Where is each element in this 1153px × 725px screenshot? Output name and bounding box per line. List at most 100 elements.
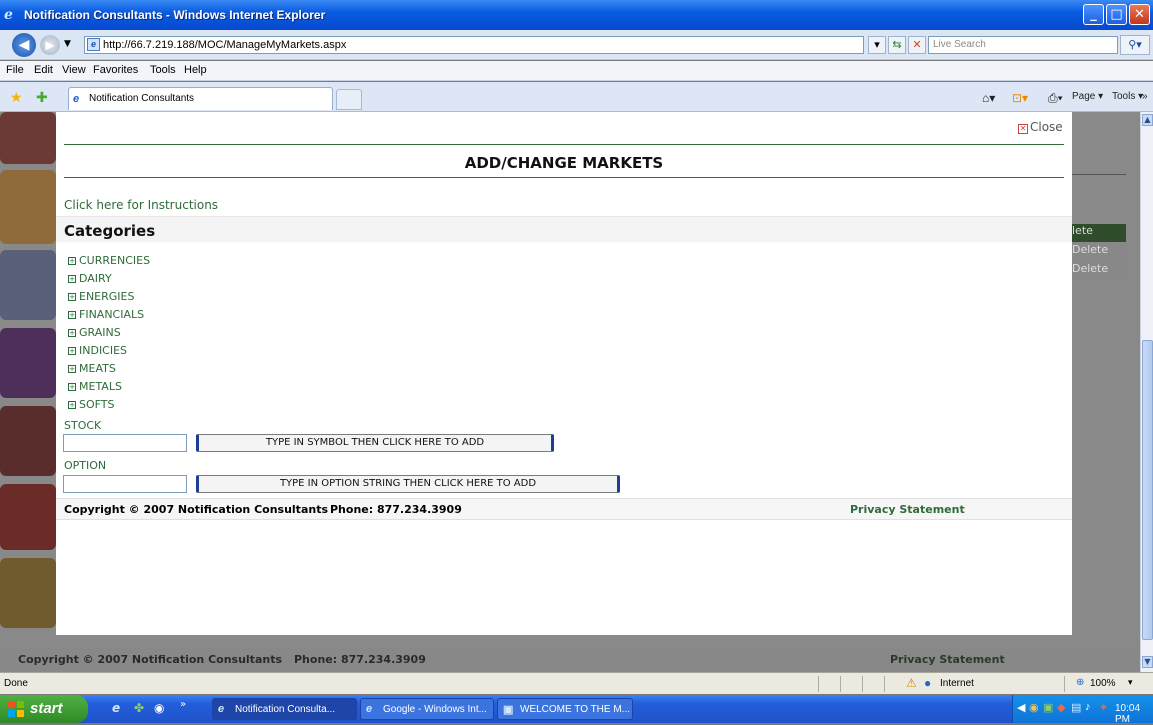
windows-logo-icon — [8, 701, 24, 717]
option-string-input[interactable] — [63, 475, 187, 493]
expand-icon: + — [68, 401, 76, 409]
bg-phone: Phone: 877.234.3909 — [294, 653, 426, 666]
taskbar: start e ✤ ◉ » e Notification Consulta... … — [0, 695, 1153, 725]
stop-button[interactable]: ✕ — [908, 36, 926, 54]
category-dairy[interactable]: + DAIRY — [68, 272, 112, 285]
tray-icon-4[interactable]: ✦ — [1099, 701, 1108, 714]
favorites-star-icon[interactable]: ★ — [10, 90, 23, 106]
tray-expand-icon[interactable]: ◀ — [1017, 701, 1025, 714]
feeds-icon[interactable]: ⊡▾ — [1012, 91, 1028, 105]
bg-delete-link: Delete — [1072, 243, 1126, 261]
title-bar: e Notification Consultants - Windows Int… — [0, 0, 1153, 30]
zoom-icon[interactable]: ⊕ — [1076, 677, 1084, 688]
menu-edit[interactable]: Edit — [34, 64, 53, 76]
maximize-button[interactable]: □ — [1106, 4, 1127, 25]
search-icon[interactable]: ⚲▾ — [1120, 35, 1150, 55]
menu-help[interactable]: Help — [184, 64, 207, 76]
tools-menu[interactable]: Tools ▾ — [1112, 91, 1143, 102]
instructions-link[interactable]: Click here for Instructions — [64, 198, 218, 212]
expand-icon: + — [68, 383, 76, 391]
minimize-button[interactable]: _ — [1083, 4, 1104, 25]
history-dropdown-icon[interactable]: ▼ — [64, 39, 71, 49]
menu-file[interactable]: File — [6, 64, 24, 76]
tray-icon-1[interactable]: ◉ — [1029, 701, 1039, 714]
status-bar: Done ⚠ ● Internet ⊕ 100% ▾ — [0, 672, 1153, 694]
home-icon[interactable]: ⌂▾ — [982, 91, 995, 105]
category-grains[interactable]: + GRAINS — [68, 326, 121, 339]
globe-icon: ● — [924, 676, 932, 690]
menu-view[interactable]: View — [62, 64, 86, 76]
avatar-tile-6 — [0, 484, 56, 550]
category-meats[interactable]: + MEATS — [68, 362, 116, 375]
ie-icon: e — [218, 703, 225, 715]
menu-favorites[interactable]: Favorites — [93, 64, 138, 76]
image-tile-7 — [0, 558, 56, 628]
vertical-scrollbar[interactable]: ▲ ▼ — [1140, 112, 1153, 672]
scroll-down-icon[interactable]: ▼ — [1142, 656, 1153, 668]
add-option-button[interactable]: TYPE IN OPTION STRING THEN CLICK HERE TO… — [196, 475, 620, 493]
add-favorite-icon[interactable]: ✚ — [36, 90, 48, 106]
category-financials[interactable]: + FINANCIALS — [68, 308, 144, 321]
page-menu[interactable]: Page ▾ — [1072, 91, 1103, 102]
scroll-thumb[interactable] — [1142, 340, 1153, 640]
ie-icon: e — [4, 7, 13, 23]
bg-divider — [1072, 174, 1126, 175]
tab-notification-consultants[interactable]: e Notification Consultants — [68, 87, 333, 110]
document-icon: ▣ — [503, 704, 514, 716]
menu-tools[interactable]: Tools — [150, 64, 176, 76]
forward-button[interactable]: ▶ — [40, 35, 60, 55]
clock[interactable]: 10:04 PM — [1115, 703, 1153, 725]
expand-icon: + — [68, 275, 76, 283]
protected-mode-icon: ⚠ — [906, 676, 917, 690]
stock-label: STOCK — [64, 419, 102, 432]
category-energies[interactable]: + ENERGIES — [68, 290, 134, 303]
expand-icon: + — [68, 347, 76, 355]
modal-title: ADD/CHANGE MARKETS — [464, 154, 664, 172]
quicklaunch-more-icon[interactable]: » — [180, 699, 186, 710]
taskbar-item-welcome[interactable]: ▣ WELCOME TO THE M... — [497, 698, 633, 720]
vote-tile-icon — [0, 328, 56, 398]
volume-icon[interactable]: ♪ — [1085, 701, 1091, 713]
expand-icon: + — [68, 311, 76, 319]
start-button[interactable]: start — [0, 695, 88, 723]
expand-icon: + — [68, 365, 76, 373]
quicklaunch-ie-icon[interactable]: e — [112, 701, 120, 715]
modal-close-button[interactable]: ✕ Close — [1018, 120, 1063, 134]
taskbar-item-google[interactable]: e Google - Windows Int... — [360, 698, 494, 720]
quicklaunch-browser-icon[interactable]: ◉ — [154, 701, 164, 715]
address-input[interactable]: e http://66.7.219.188/MOC/ManageMyMarket… — [84, 36, 864, 54]
category-currencies[interactable]: + CURRENCIES — [68, 254, 150, 267]
category-indicies[interactable]: + INDICIES — [68, 344, 127, 357]
bg-copyright: Copyright © 2007 Notification Consultant… — [18, 653, 282, 666]
divider — [64, 144, 1064, 145]
back-button[interactable]: ◀ — [12, 33, 36, 57]
category-softs[interactable]: + SOFTS — [68, 398, 114, 411]
new-tab-button[interactable] — [336, 89, 362, 110]
address-dropdown-button[interactable]: ▾ — [868, 36, 886, 54]
scroll-up-icon[interactable]: ▲ — [1142, 114, 1153, 126]
ie-page-icon: e — [73, 93, 80, 105]
print-icon[interactable]: ⎙▾ — [1048, 91, 1063, 106]
tray-icon-3[interactable]: ◆ — [1057, 701, 1065, 714]
refresh-button[interactable]: ⇆ — [888, 36, 906, 54]
add-stock-button[interactable]: TYPE IN SYMBOL THEN CLICK HERE TO ADD — [196, 434, 554, 452]
close-window-button[interactable]: ✕ — [1129, 4, 1150, 25]
zoom-level[interactable]: 100% — [1090, 678, 1116, 689]
zoom-dropdown-icon[interactable]: ▾ — [1128, 677, 1133, 688]
bg-delete-link: lete — [1072, 224, 1126, 242]
add-change-markets-modal: ✕ Close ADD/CHANGE MARKETS Click here for… — [56, 112, 1072, 635]
security-zone-text: Internet — [940, 678, 974, 689]
category-metals[interactable]: + METALS — [68, 380, 122, 393]
stock-symbol-input[interactable] — [63, 434, 187, 452]
search-input[interactable]: Live Search — [928, 36, 1118, 54]
quicklaunch-app-icon[interactable]: ✤ — [134, 701, 144, 715]
expand-icon: + — [68, 257, 76, 265]
chevron-more-icon[interactable]: » — [1142, 91, 1148, 102]
network-icon[interactable]: ▤ — [1071, 701, 1081, 714]
taskbar-item-notification[interactable]: e Notification Consulta... — [212, 698, 357, 720]
copyright-text: Copyright © 2007 Notification Consultant… — [64, 503, 328, 516]
tab-bar: ★ ✚ e Notification Consultants ⌂▾ ⊡▾ ⎙▾ … — [0, 82, 1153, 112]
avatar-tile-1 — [0, 112, 56, 164]
tray-icon-2[interactable]: ▣ — [1043, 701, 1053, 714]
privacy-statement-link[interactable]: Privacy Statement — [850, 503, 965, 516]
